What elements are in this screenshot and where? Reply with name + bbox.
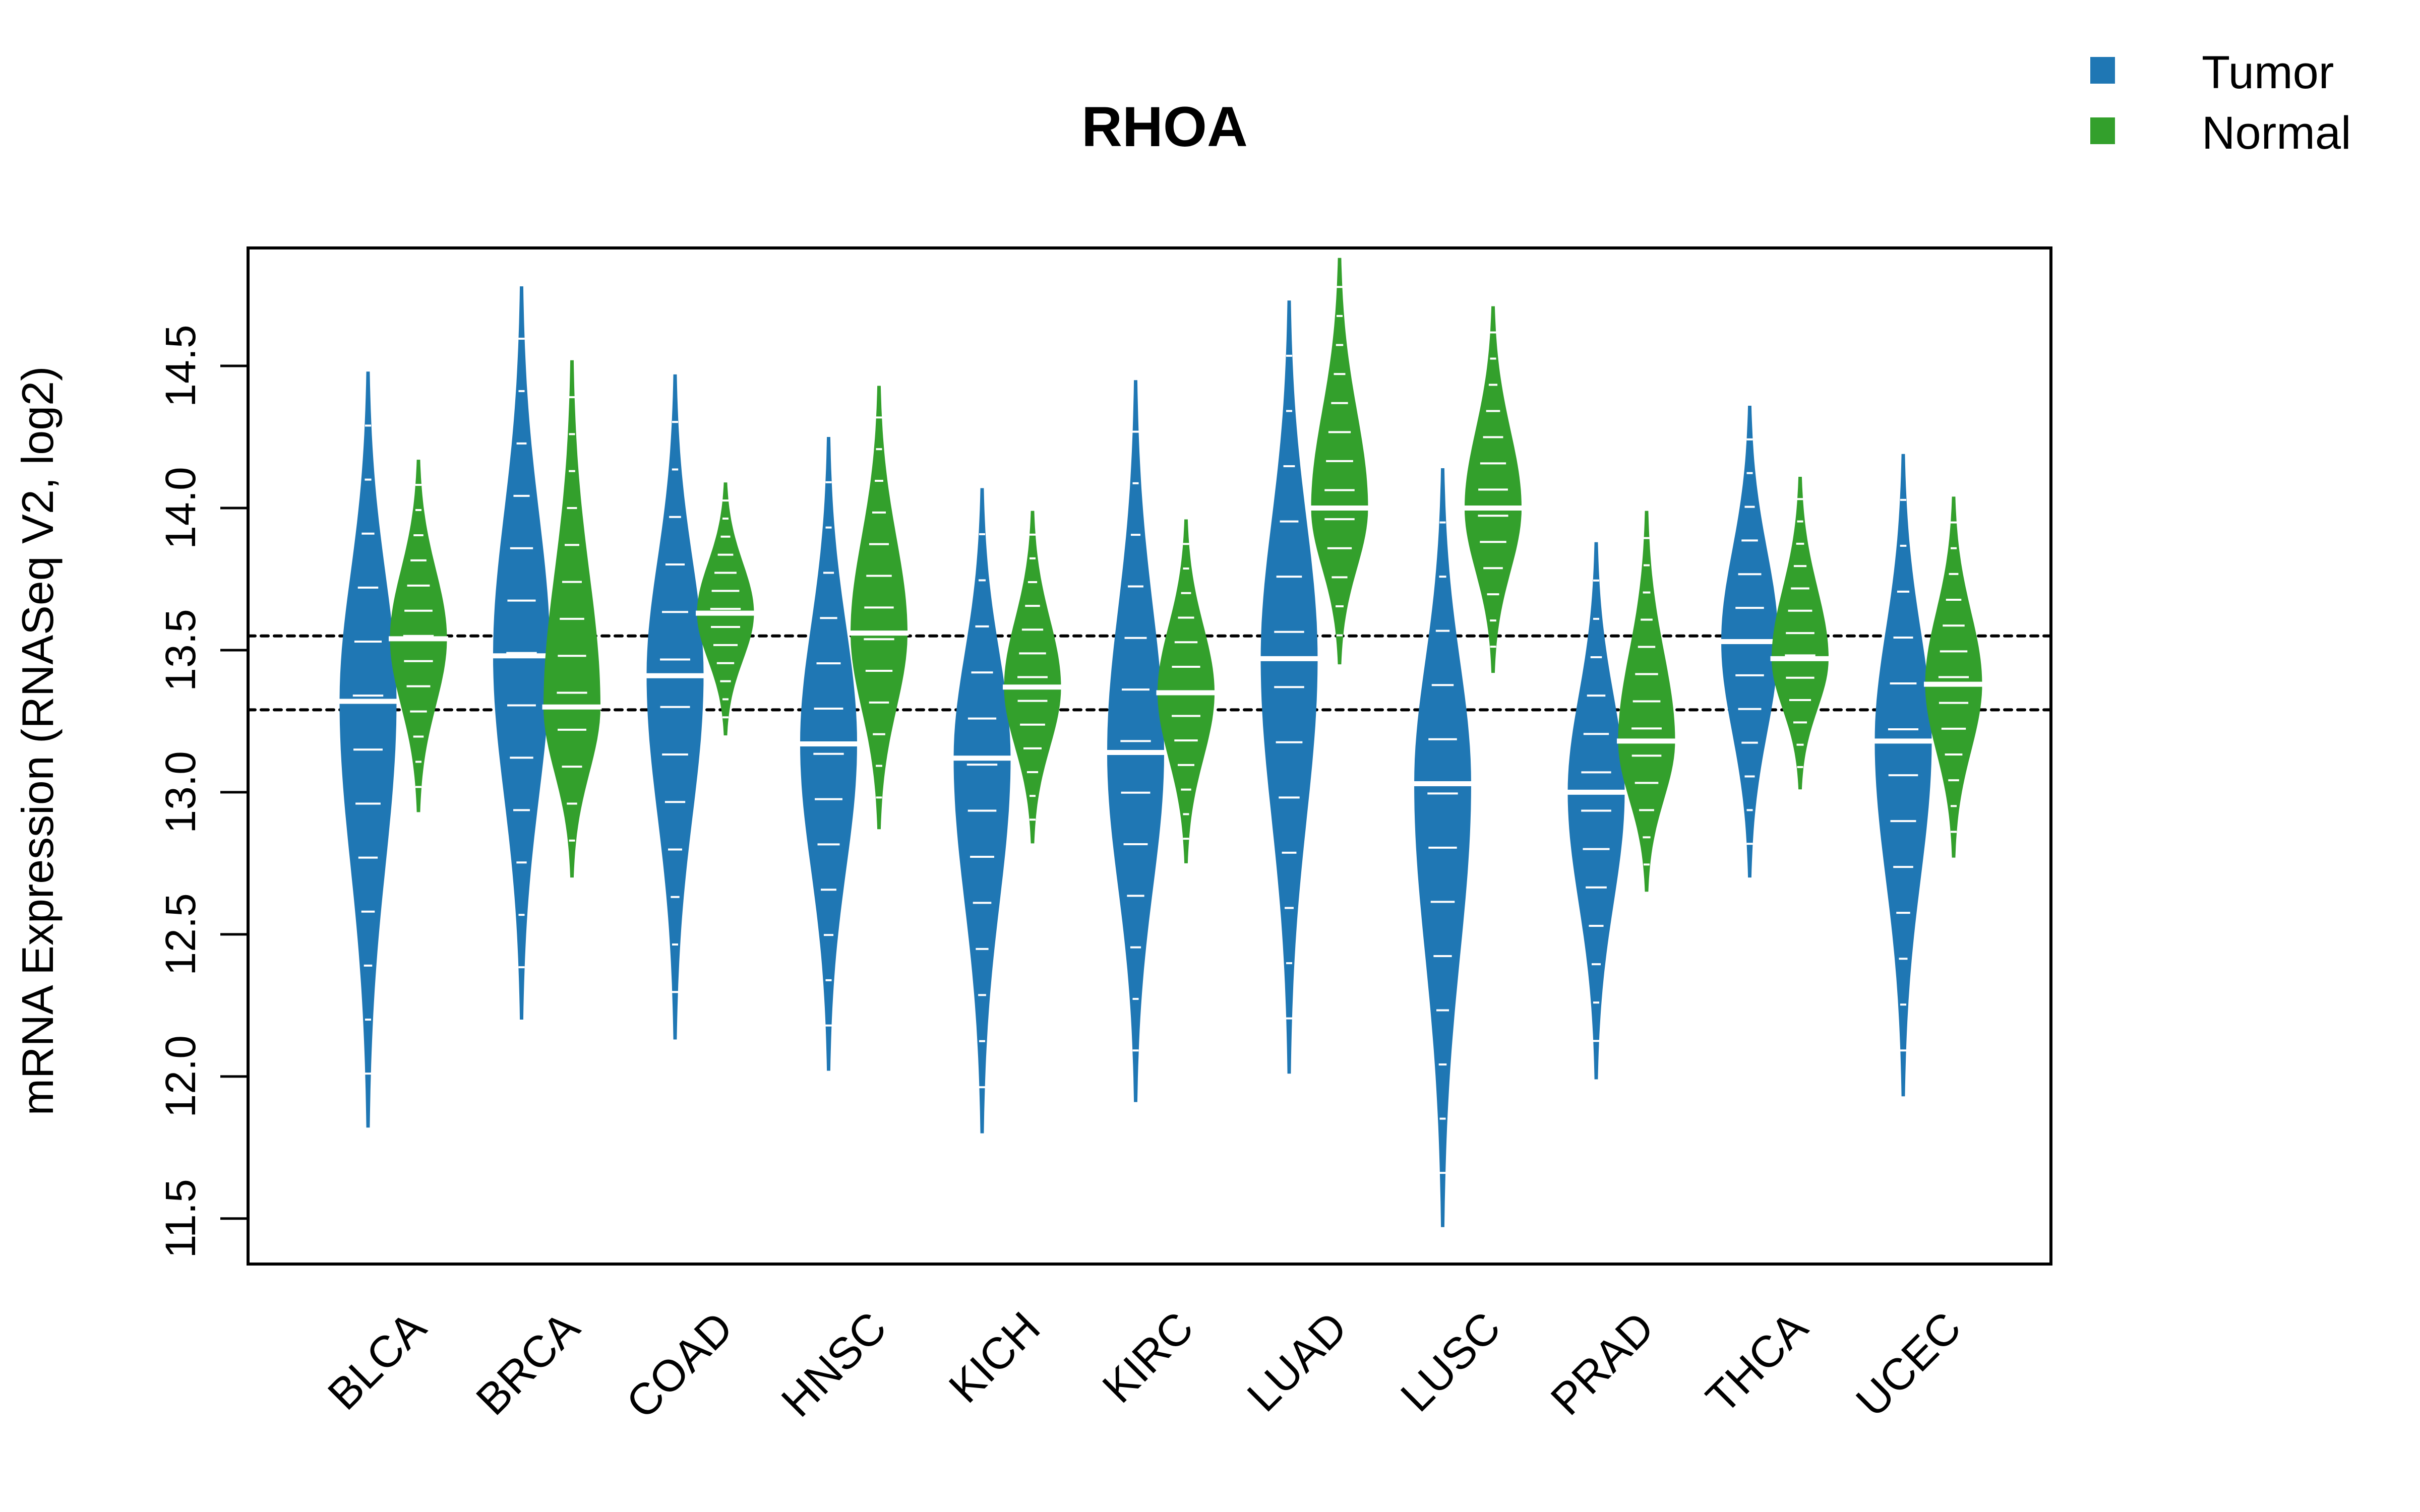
y-tick-label: 13.5	[157, 609, 204, 691]
legend-swatch-normal	[2090, 117, 2115, 144]
y-tick-label: 14.5	[157, 325, 204, 407]
y-tick-label: 12.0	[157, 1035, 204, 1118]
y-tick-label: 12.5	[157, 893, 204, 976]
violin-chart: RHOA Tumor Normal mRNA Expression (RNASe…	[0, 0, 2420, 1512]
y-tick-label: 14.0	[157, 467, 204, 549]
y-tick-label: 11.5	[157, 1179, 204, 1258]
legend-label-tumor: Tumor	[2202, 47, 2334, 98]
legend-swatch-tumor	[2090, 57, 2115, 84]
legend-label-normal: Normal	[2202, 107, 2351, 159]
chart-title: RHOA	[1081, 95, 1248, 158]
y-tick-label: 13.0	[157, 751, 204, 834]
y-axis-label: mRNA Expression (RNASeq V2, log2)	[13, 366, 63, 1116]
